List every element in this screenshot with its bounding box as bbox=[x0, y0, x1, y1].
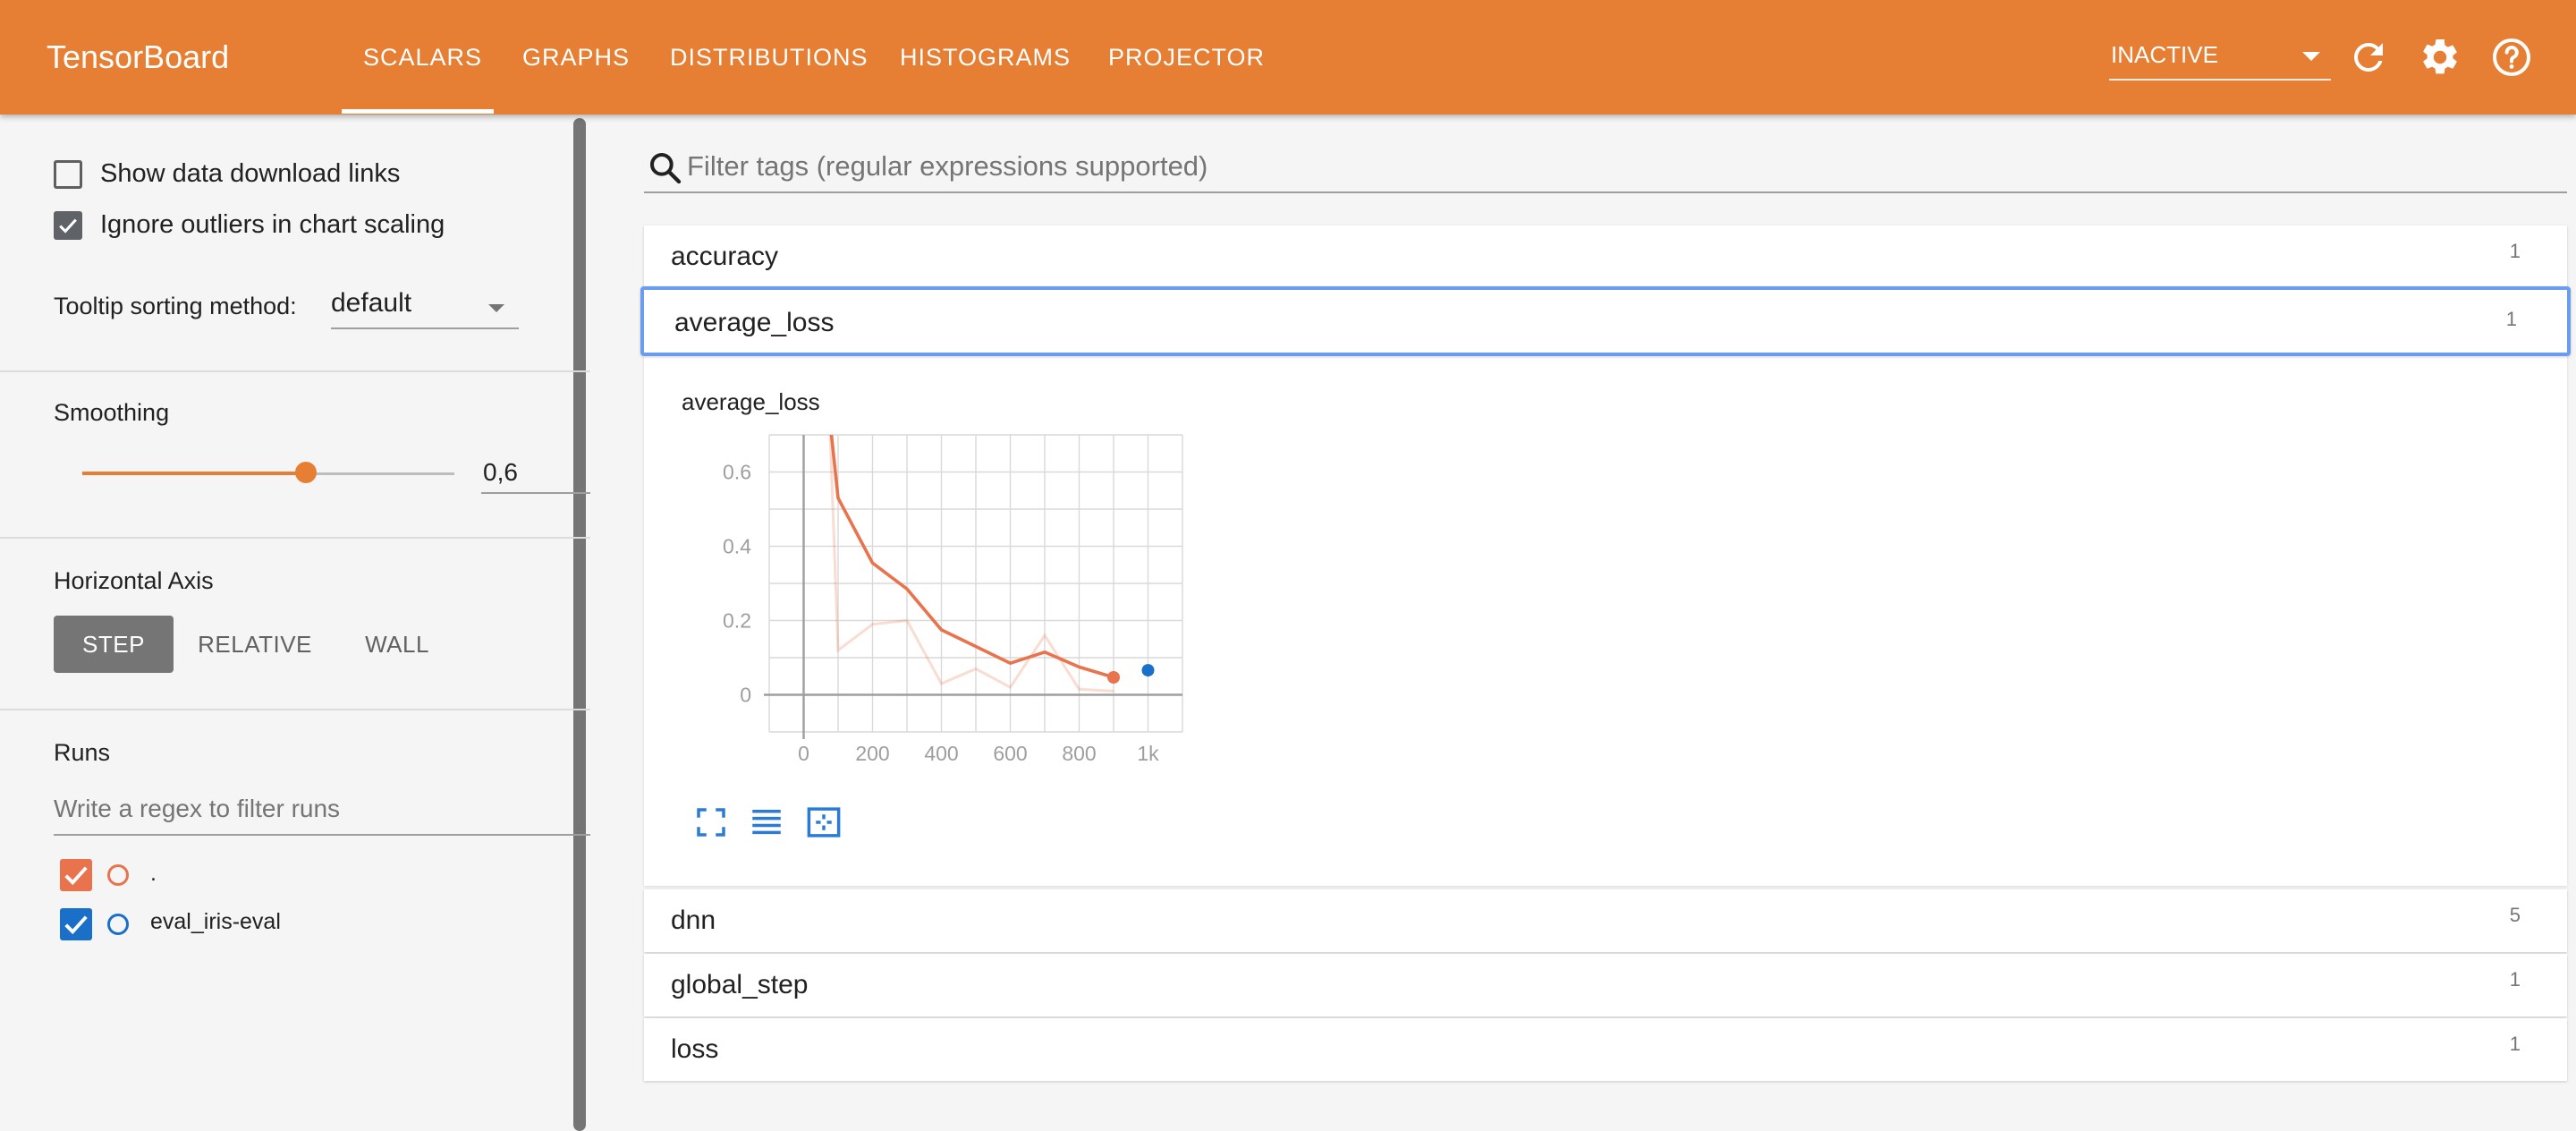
smoothing-slider-knob[interactable] bbox=[294, 462, 317, 483]
x-tick-label: 1k bbox=[1137, 742, 1159, 765]
x-tick-label: 200 bbox=[855, 742, 889, 765]
active-tab-indicator bbox=[342, 109, 494, 114]
app-title: TensorBoard bbox=[47, 38, 230, 75]
y-tick-label: 0.6 bbox=[723, 461, 751, 484]
runs-filter-input[interactable]: Write a regex to filter runs bbox=[54, 786, 590, 836]
smoothing-slider-fill bbox=[82, 472, 306, 475]
category-name: global_step bbox=[671, 970, 809, 999]
category-dnn[interactable]: dnn 5 bbox=[644, 889, 2567, 952]
axis-wall-button[interactable]: WALL bbox=[352, 616, 442, 673]
ignore-outliers-label: Ignore outliers in chart scaling bbox=[100, 210, 445, 239]
category-count: 1 bbox=[2505, 308, 2517, 330]
search-icon bbox=[648, 150, 683, 186]
category-count: 1 bbox=[2509, 1033, 2521, 1055]
x-tick-label: 0 bbox=[798, 742, 809, 765]
tab-distributions[interactable]: DISTRIBUTIONS bbox=[670, 0, 869, 115]
checkmark-icon bbox=[59, 218, 77, 234]
smoothing-value: 0,6 bbox=[483, 458, 518, 486]
tag-filter-input[interactable]: Filter tags (regular expressions support… bbox=[644, 143, 2567, 193]
x-tick-label: 800 bbox=[1062, 742, 1096, 765]
run-label-dot: . bbox=[150, 861, 157, 886]
eval-series-point bbox=[1141, 664, 1155, 677]
category-name: dnn bbox=[671, 906, 716, 935]
run-label-eval-iris-eval: eval_iris-eval bbox=[150, 909, 281, 934]
x-tick-label: 600 bbox=[993, 742, 1027, 765]
x-tick-label: 400 bbox=[924, 742, 958, 765]
divider bbox=[0, 709, 590, 710]
run-color-swatch[interactable] bbox=[107, 864, 129, 886]
category-global-step[interactable]: global_step 1 bbox=[644, 954, 2567, 1016]
tooltip-sorting-label: Tooltip sorting method: bbox=[54, 293, 297, 319]
sidebar-scrollbar[interactable] bbox=[573, 118, 586, 1131]
category-name: average_loss bbox=[674, 308, 835, 337]
tooltip-sorting-value: default bbox=[331, 288, 412, 318]
toggle-log-scale-icon[interactable] bbox=[748, 804, 785, 841]
tab-scalars[interactable]: SCALARS bbox=[363, 0, 482, 115]
divider bbox=[0, 537, 590, 539]
run-checkbox-dot[interactable] bbox=[60, 859, 92, 891]
tab-projector[interactable]: PROJECTOR bbox=[1108, 0, 1265, 115]
checkmark-icon bbox=[64, 915, 88, 935]
fit-domain-icon[interactable] bbox=[805, 804, 843, 841]
y-tick-label: 0 bbox=[740, 684, 751, 707]
smoothing-input[interactable]: 0,6 bbox=[481, 453, 590, 494]
ignore-outliers-checkbox[interactable] bbox=[54, 211, 82, 240]
runs-label: Runs bbox=[54, 739, 111, 766]
horizontal-axis-label: Horizontal Axis bbox=[54, 567, 214, 594]
y-tick-label: 0.4 bbox=[723, 535, 751, 558]
tooltip-sorting-select[interactable]: default bbox=[331, 288, 519, 329]
axis-step-button[interactable]: STEP bbox=[54, 616, 174, 673]
category-accuracy[interactable]: accuracy 1 bbox=[644, 225, 2567, 288]
tab-histograms[interactable]: HISTOGRAMS bbox=[900, 0, 1071, 115]
checkmark-icon bbox=[64, 866, 88, 886]
refresh-icon[interactable] bbox=[2347, 36, 2390, 79]
settings-icon[interactable] bbox=[2419, 36, 2462, 79]
tag-filter-placeholder: Filter tags (regular expressions support… bbox=[687, 150, 1208, 182]
smoothing-label: Smoothing bbox=[54, 399, 170, 426]
run-checkbox-eval-iris-eval[interactable] bbox=[60, 908, 92, 940]
show-download-links-label: Show data download links bbox=[100, 159, 401, 188]
show-download-links-checkbox[interactable] bbox=[54, 160, 82, 189]
help-icon[interactable] bbox=[2490, 36, 2533, 79]
chevron-down-icon bbox=[488, 304, 504, 312]
run-status-select[interactable]: INACTIVE bbox=[2109, 36, 2331, 81]
category-count: 5 bbox=[2509, 904, 2521, 926]
category-loss[interactable]: loss 1 bbox=[644, 1018, 2567, 1081]
chevron-down-icon bbox=[2302, 52, 2320, 61]
category-count: 1 bbox=[2509, 240, 2521, 262]
tab-graphs[interactable]: GRAPHS bbox=[522, 0, 630, 115]
category-name: accuracy bbox=[671, 242, 779, 271]
series-last-point bbox=[1107, 670, 1120, 684]
axis-relative-button[interactable]: RELATIVE bbox=[190, 616, 320, 673]
category-count: 1 bbox=[2509, 968, 2521, 991]
fullscreen-icon[interactable] bbox=[692, 804, 730, 841]
run-color-swatch[interactable] bbox=[107, 914, 129, 935]
run-status-value: INACTIVE bbox=[2111, 41, 2218, 68]
y-tick-label: 0.2 bbox=[723, 609, 751, 633]
average-loss-chart[interactable]: 0 0.2 0.4 0.6 0 200 400 600 800 1k bbox=[680, 421, 1279, 796]
runs-filter-placeholder: Write a regex to filter runs bbox=[54, 795, 341, 822]
divider bbox=[0, 370, 590, 372]
category-average-loss[interactable]: average_loss 1 bbox=[640, 286, 2571, 356]
chart-card-title: average_loss bbox=[682, 388, 820, 415]
top-app-bar: TensorBoard SCALARS GRAPHS DISTRIBUTIONS… bbox=[0, 0, 2576, 115]
category-name: loss bbox=[671, 1034, 719, 1064]
